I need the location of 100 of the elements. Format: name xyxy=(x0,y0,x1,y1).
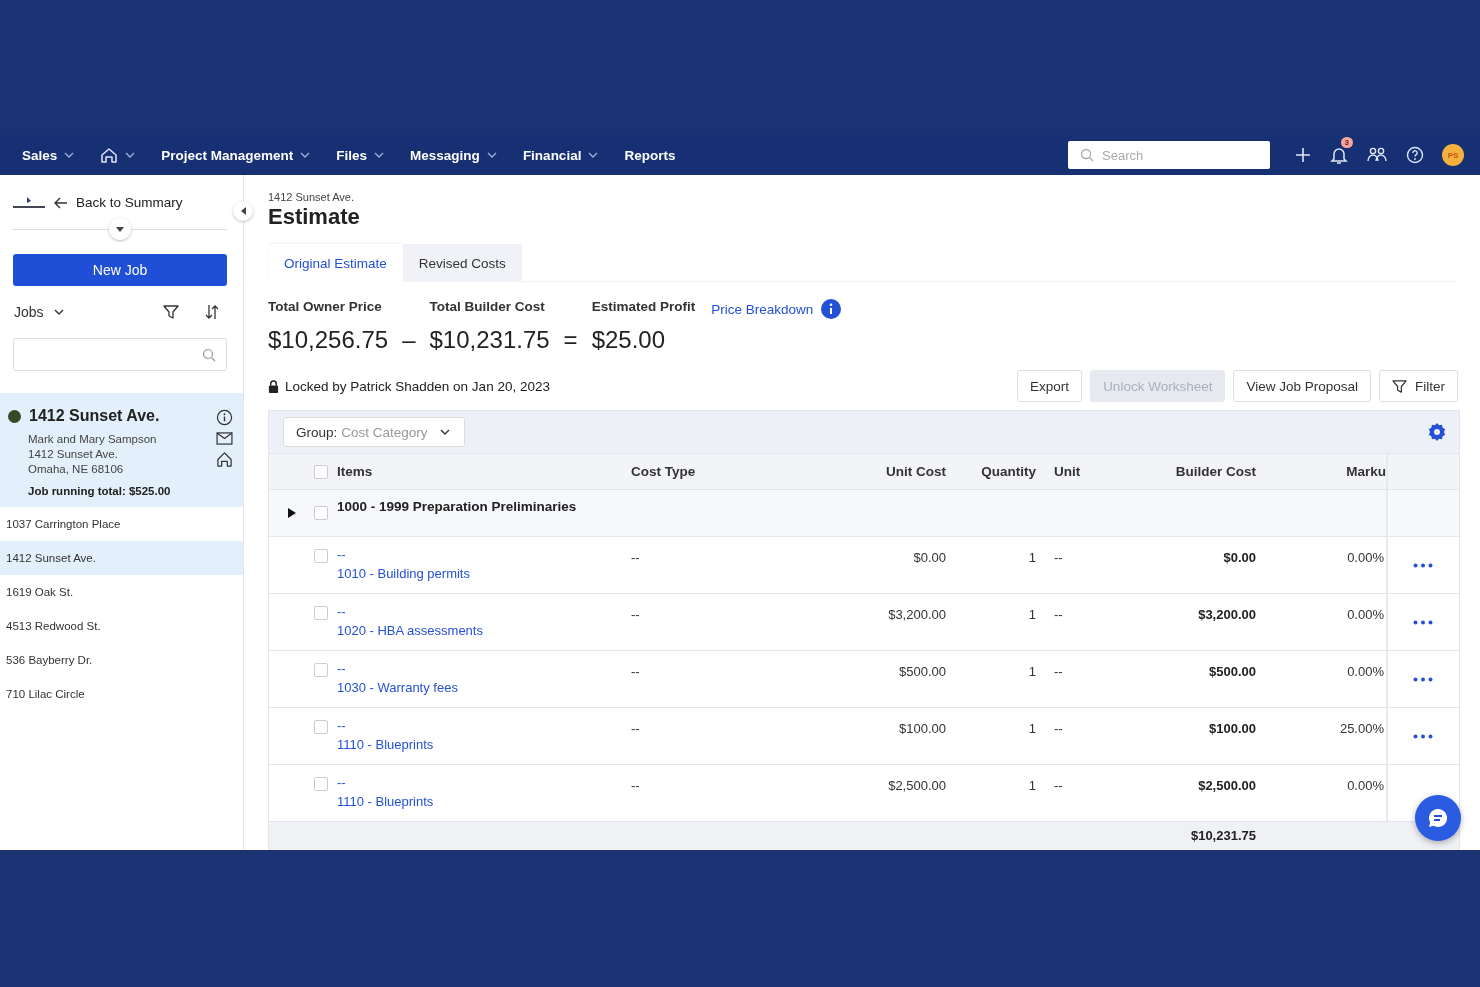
summary-label: Estimated Profit xyxy=(591,299,696,314)
nav-menu[interactable]: Project Management xyxy=(153,143,319,167)
column-header: Quantity xyxy=(980,464,1036,479)
help-icon[interactable] xyxy=(1406,146,1424,164)
table-cell-text: $100.00 xyxy=(1208,720,1256,736)
nav-menu[interactable]: Files xyxy=(328,143,393,167)
table-cell-text: 0.00% xyxy=(1346,549,1385,565)
lock-note: Locked by Patrick Shadden on Jan 20, 2023 xyxy=(285,378,550,394)
home-icon[interactable] xyxy=(216,451,233,468)
job-list-item[interactable]: 1619 Oak St. xyxy=(0,575,243,609)
action-button[interactable]: Export xyxy=(1017,370,1083,402)
table-cell-text: -- xyxy=(631,549,641,565)
job-list-item[interactable]: 710 Lilac Circle xyxy=(0,677,243,711)
more-options-icon[interactable] xyxy=(1412,619,1433,625)
table-cell-text: $2,500.00 xyxy=(1197,777,1256,793)
chevron-down-icon xyxy=(300,152,311,158)
summary-value: $25.00 xyxy=(591,326,667,354)
sort-icon[interactable] xyxy=(205,304,219,320)
item-name-link[interactable]: 1110 - Blueprints xyxy=(337,794,631,809)
item-title-link[interactable]: -- xyxy=(337,718,631,733)
item-title-link[interactable]: -- xyxy=(337,547,631,562)
select-all-checkbox[interactable] xyxy=(314,464,328,479)
arrow-left-icon xyxy=(54,196,68,209)
item-title-link[interactable]: -- xyxy=(337,775,631,790)
table-cell-text: 25.00% xyxy=(1338,720,1385,736)
column-header: Cost Type xyxy=(631,464,697,479)
expand-caret-icon[interactable] xyxy=(288,508,296,518)
table-cell-text: 1 xyxy=(1027,663,1036,679)
tab[interactable]: Revised Costs xyxy=(402,244,522,282)
home-icon xyxy=(100,146,119,164)
table-cell-text: 0.00% xyxy=(1346,777,1385,793)
table-cell-text: 1 xyxy=(1027,777,1036,793)
filter-icon[interactable] xyxy=(163,304,179,320)
summary-label: Total Owner Price xyxy=(268,299,383,314)
action-button[interactable]: View Job Proposal xyxy=(1233,370,1371,402)
jobs-dropdown[interactable]: Jobs xyxy=(14,304,64,320)
group-row-label: 1000 - 1999 Preparation Preliminaries xyxy=(337,498,578,514)
price-breakdown-link[interactable]: Price Breakdown xyxy=(711,301,814,317)
table-cell-text: -- xyxy=(631,720,641,736)
info-icon[interactable] xyxy=(821,299,842,319)
back-link[interactable]: Back to Summary xyxy=(54,195,183,210)
lock-icon xyxy=(268,379,279,393)
nav-menu[interactable]: Sales xyxy=(14,143,83,167)
more-options-icon[interactable] xyxy=(1412,562,1433,568)
column-header: Builder Cost xyxy=(1174,464,1256,479)
table-cell-text: -- xyxy=(631,663,641,679)
item-title-link[interactable]: -- xyxy=(337,661,631,676)
item-name-link[interactable]: 1010 - Building permits xyxy=(337,566,631,581)
job-list-item[interactable]: 1037 Carrington Place xyxy=(0,507,243,541)
chevron-down-icon xyxy=(374,152,385,158)
row-checkbox[interactable] xyxy=(314,506,328,520)
tab[interactable]: Original Estimate xyxy=(268,244,403,282)
table-cell-text: -- xyxy=(1053,720,1064,736)
item-name-link[interactable]: 1020 - HBA assessments xyxy=(337,623,631,638)
table-cell-text: -- xyxy=(631,777,641,793)
job-list-item[interactable]: 4513 Redwood St. xyxy=(0,609,243,643)
plus-icon[interactable] xyxy=(1294,146,1312,164)
job-list-item[interactable]: 536 Bayberry Dr. xyxy=(0,643,243,677)
chevron-down-icon xyxy=(64,152,75,158)
filter-button[interactable]: Filter xyxy=(1379,370,1458,402)
column-header: Items xyxy=(337,464,374,479)
job-search-field[interactable] xyxy=(13,338,227,371)
row-checkbox[interactable] xyxy=(314,606,328,620)
table-cell-text: -- xyxy=(631,606,641,622)
people-icon[interactable] xyxy=(1366,146,1388,164)
table-cell-text: $0.00 xyxy=(1222,549,1256,565)
bell-icon[interactable] xyxy=(1330,145,1348,165)
job-list-item[interactable]: 1412 Sunset Ave. xyxy=(0,541,243,575)
job-detail: Mark and Mary Sampson xyxy=(28,433,157,445)
new-job-button[interactable]: New Job xyxy=(13,254,227,286)
row-checkbox[interactable] xyxy=(314,777,328,791)
summary-value: $10,231.75 xyxy=(429,326,550,354)
caret-down-icon xyxy=(115,226,124,232)
info-icon[interactable] xyxy=(216,409,233,426)
expand-toggle[interactable] xyxy=(108,218,131,240)
summary-label: Total Builder Cost xyxy=(429,299,546,314)
item-title-link[interactable]: -- xyxy=(337,604,631,619)
more-options-icon[interactable] xyxy=(1412,676,1433,682)
search-field[interactable]: Search xyxy=(1068,141,1270,169)
row-checkbox[interactable] xyxy=(314,549,328,563)
row-checkbox[interactable] xyxy=(314,720,328,734)
mail-icon[interactable] xyxy=(216,432,233,445)
operator-sign: = xyxy=(563,326,578,354)
table-cell-text: $0.00 xyxy=(912,549,946,565)
operator-sign: – xyxy=(402,326,416,354)
filter-icon xyxy=(1392,378,1407,394)
more-options-icon[interactable] xyxy=(1412,733,1433,739)
group-dropdown[interactable]: Group: Cost Category xyxy=(283,417,465,447)
chevron-down-icon xyxy=(588,152,599,158)
nav-menu[interactable]: Messaging xyxy=(402,143,505,167)
column-header: Unit xyxy=(1053,464,1082,479)
nav-link[interactable]: Reports xyxy=(616,143,684,167)
collapse-sidebar-button[interactable] xyxy=(233,201,253,221)
row-checkbox[interactable] xyxy=(314,663,328,677)
nav-menu[interactable]: Financial xyxy=(514,143,607,167)
item-name-link[interactable]: 1110 - Blueprints xyxy=(337,737,631,752)
item-name-link[interactable]: 1030 - Warranty fees xyxy=(337,680,631,695)
settings-icon[interactable] xyxy=(1427,422,1447,442)
column-header: Unit Cost xyxy=(885,464,946,479)
table-cell-text: $500.00 xyxy=(898,663,946,679)
